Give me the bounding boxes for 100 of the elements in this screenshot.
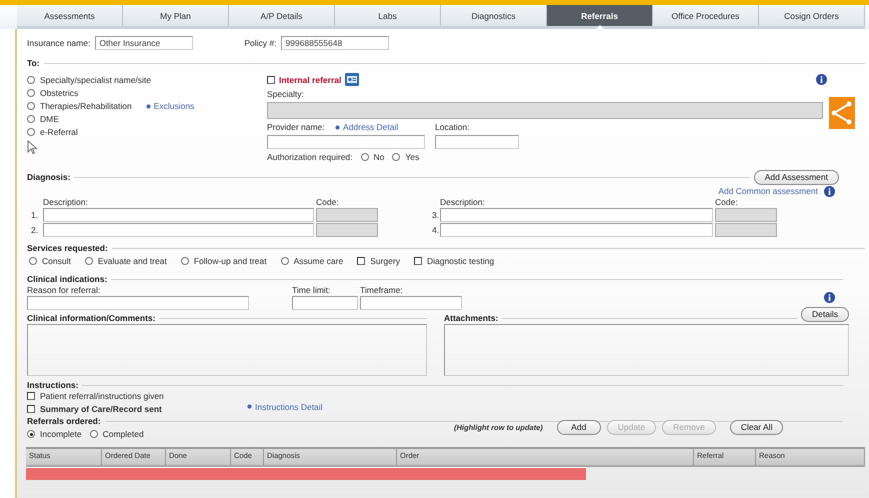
link[interactable]: Address Detail	[343, 122, 398, 132]
field-label: Policy #:	[244, 38, 276, 48]
link[interactable]: Exclusions	[154, 101, 194, 111]
option-label: Patient referral/instructions given	[40, 391, 164, 401]
section-label: To:	[27, 58, 40, 68]
code-field[interactable]	[715, 223, 777, 237]
section-label: Diagnosis:	[27, 172, 70, 182]
option-label: Obstetrics	[40, 88, 78, 98]
pointer-icon	[27, 140, 37, 154]
specialty-field[interactable]	[267, 102, 823, 119]
code-field[interactable]	[316, 223, 378, 237]
checkbox[interactable]	[27, 392, 35, 400]
field-label: Authorization required:	[267, 152, 353, 162]
bullet-icon	[146, 104, 151, 108]
action-button[interactable]: Add	[556, 420, 601, 434]
input-field[interactable]: Other Insurance	[95, 36, 194, 50]
option-label: Specialty/specialist name/site	[40, 75, 152, 85]
share-icon[interactable]	[829, 97, 855, 129]
code-field[interactable]	[715, 208, 777, 222]
input-field[interactable]	[435, 135, 519, 149]
tab[interactable]: Referrals	[547, 5, 653, 26]
column-label: Code:	[316, 197, 340, 207]
info-icon[interactable]	[824, 292, 835, 303]
radio-button[interactable]	[180, 257, 189, 265]
checkbox[interactable]	[27, 405, 35, 413]
option-label: Assume care	[294, 256, 344, 266]
input-field[interactable]	[27, 296, 249, 310]
column-label: Description:	[440, 197, 486, 207]
link[interactable]: Add Common assessment	[718, 186, 818, 196]
code-field[interactable]	[316, 208, 378, 222]
add-assessment-button[interactable]: Add Assessment	[754, 170, 839, 184]
input-field[interactable]	[360, 296, 462, 310]
bullet-icon	[335, 124, 340, 130]
tab[interactable]: Labs	[335, 5, 441, 26]
description-field[interactable]	[440, 208, 713, 222]
tab[interactable]: A/P Details	[229, 5, 335, 26]
option-label: Evaluate and treat	[98, 256, 167, 266]
radio-button[interactable]	[90, 430, 98, 438]
row-number: 4.	[432, 225, 438, 235]
section-label: Services requested:	[27, 243, 108, 253]
checkbox[interactable]	[414, 257, 422, 265]
row-number: 3.	[432, 210, 438, 220]
tab[interactable]: Cosign Orders	[759, 5, 865, 26]
input-field[interactable]: 999688555648	[281, 36, 390, 50]
option-label: Surgery	[370, 256, 400, 266]
field-label: Reason for referral:	[27, 285, 102, 295]
comments-field[interactable]	[27, 324, 427, 376]
info-icon[interactable]	[824, 186, 835, 196]
field-label: Insurance name:	[27, 38, 90, 48]
field-label: Provider name:	[267, 122, 326, 132]
radio-button[interactable]	[27, 102, 35, 110]
radio-button[interactable]	[360, 153, 369, 161]
option-label: Therapies/Rehabilitation	[40, 101, 132, 111]
description-field[interactable]	[43, 208, 314, 222]
radio-button[interactable]	[84, 257, 93, 265]
description-field[interactable]	[440, 223, 713, 237]
section-label: Clinical information/Comments:	[27, 313, 156, 323]
radio-button[interactable]	[27, 430, 35, 438]
option-label: Follow-up and treat	[194, 256, 267, 266]
tab[interactable]: Office Procedures	[653, 5, 759, 26]
description-field[interactable]	[43, 223, 314, 237]
tab[interactable]: My Plan	[123, 5, 229, 26]
option-label: Diagnostic testing	[426, 256, 494, 266]
option-label: e-Referral	[40, 127, 78, 137]
row-number: 2.	[31, 225, 40, 235]
id-card-icon[interactable]	[345, 73, 360, 86]
field-label: Timeframe:	[360, 285, 404, 295]
field-label: Time limit:	[292, 285, 332, 295]
info-icon[interactable]	[816, 74, 827, 85]
radio-button[interactable]	[392, 153, 400, 161]
section-label: Attachments:	[444, 313, 498, 323]
action-button[interactable]: Clear All	[730, 420, 784, 434]
option-label: Consult	[42, 256, 71, 266]
option-label: Yes	[405, 152, 420, 162]
option-label: Incomplete	[40, 429, 82, 439]
attachments-field[interactable]	[444, 324, 849, 376]
radio-button[interactable]	[280, 257, 289, 265]
input-field[interactable]	[267, 135, 425, 149]
option-label: Summary of Care/Record sent	[40, 404, 162, 414]
radio-button[interactable]	[27, 76, 35, 84]
option-label: No	[374, 152, 384, 162]
radio-button[interactable]	[27, 128, 35, 136]
checkbox[interactable]	[267, 76, 275, 84]
details-button[interactable]: Details	[801, 306, 849, 322]
section-label: Clinical indications:	[27, 274, 108, 284]
radio-button[interactable]	[29, 257, 37, 265]
option-label: Completed	[102, 429, 144, 439]
radio-button[interactable]	[27, 89, 35, 97]
field-label: Location:	[435, 122, 470, 132]
field-label: Specialty:	[267, 89, 305, 99]
link[interactable]: Instructions Detail	[255, 402, 323, 412]
table-row[interactable]	[26, 467, 586, 480]
checkbox[interactable]	[357, 257, 366, 265]
bullet-icon	[247, 404, 252, 409]
tab[interactable]: Assessments	[17, 5, 123, 26]
input-field[interactable]	[292, 296, 358, 310]
section-label: Referrals ordered:	[27, 416, 101, 426]
radio-button[interactable]	[27, 115, 35, 123]
column-label: Description:	[43, 197, 89, 207]
option-label: DME	[40, 114, 59, 124]
